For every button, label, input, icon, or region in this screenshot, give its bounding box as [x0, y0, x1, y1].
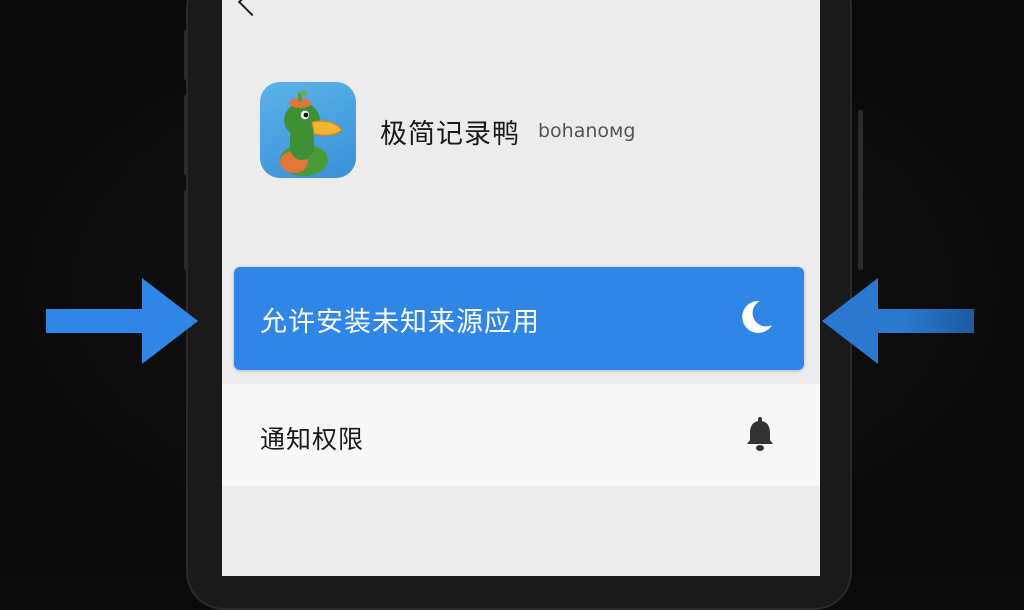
phone-screen: 极简记录鸭 bohanoмg 允许安装未知来源应用 通知权限 [222, 0, 820, 576]
moon-icon [742, 300, 772, 333]
phone-side-button [184, 30, 188, 80]
allow-unknown-sources-label: 允许安装未知来源应用 [260, 307, 540, 338]
phone-volume-up-button [184, 95, 188, 175]
back-chevron-icon[interactable] [237, 0, 267, 17]
arrow-left-icon [822, 278, 974, 364]
app-icon [260, 82, 356, 178]
app-name: 极简记录鸭 [380, 119, 520, 150]
app-developer: bohanoмg [538, 120, 636, 142]
duck-mascot-icon [280, 90, 343, 176]
notification-permission-item[interactable]: 通知权限 [222, 384, 820, 486]
app-header: 极简记录鸭 bohanoмg [260, 82, 780, 180]
phone-power-button [858, 110, 863, 270]
bell-icon [747, 417, 773, 451]
arrow-right-icon [46, 278, 198, 364]
phone-volume-down-button [184, 190, 188, 270]
notification-permission-label: 通知权限 [260, 425, 365, 454]
allow-unknown-sources-item[interactable]: 允许安装未知来源应用 [234, 267, 804, 370]
